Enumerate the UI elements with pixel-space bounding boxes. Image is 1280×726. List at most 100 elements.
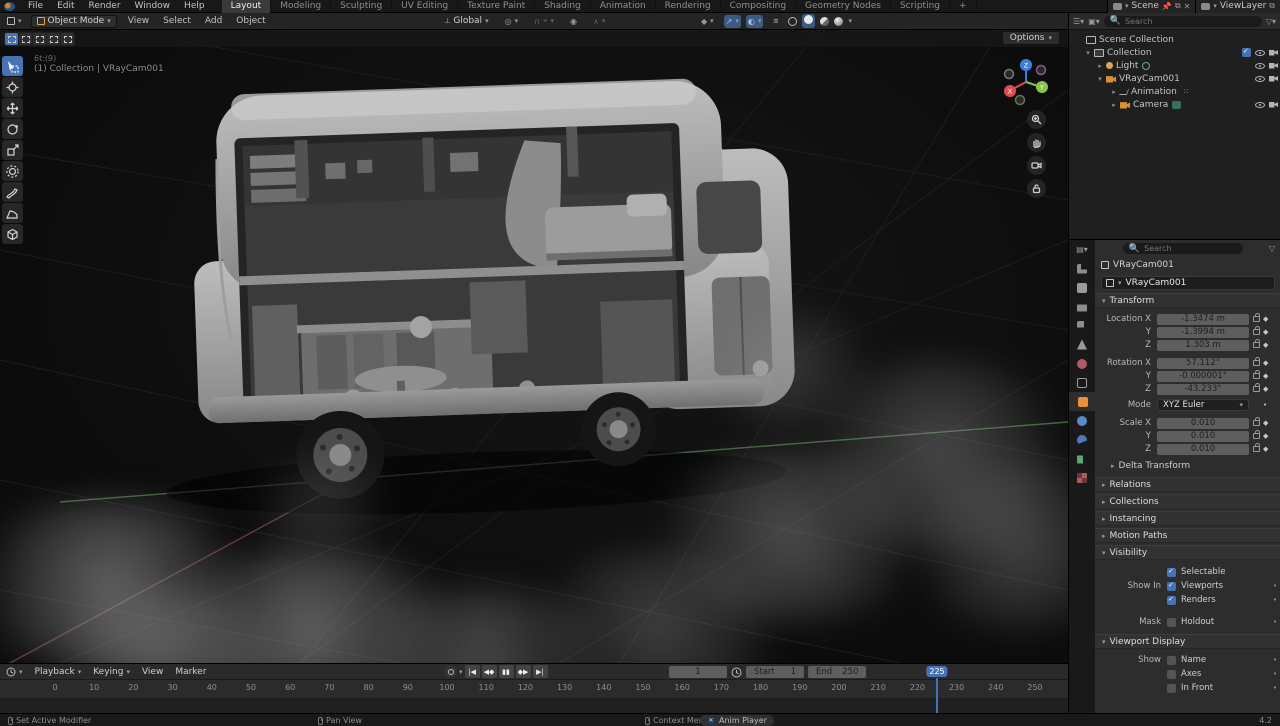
tab-view-layer[interactable] <box>1069 316 1095 335</box>
value-field[interactable]: 1.303 m <box>1157 340 1249 351</box>
proportional-edit-button[interactable]: ◉ <box>565 15 582 28</box>
add-primitive-tool[interactable] <box>2 224 23 244</box>
keyframe-diamond-icon[interactable]: ◆ <box>1263 432 1268 440</box>
value-field[interactable]: -43.233° <box>1157 384 1249 395</box>
hide-viewport-icon[interactable] <box>1255 63 1265 69</box>
close-icon[interactable]: ✕ <box>1184 2 1191 11</box>
collapsed-panel-header[interactable]: ▸ Relations <box>1095 477 1280 492</box>
animate-dot-icon[interactable]: • <box>1273 670 1277 678</box>
workspace-tab[interactable]: Texture Paint <box>458 0 535 13</box>
lock-icon[interactable] <box>1253 316 1260 322</box>
mode-selector[interactable]: Object Mode ▾ <box>31 15 117 28</box>
select-mode-new-button[interactable] <box>5 33 18 45</box>
workspace-tab[interactable]: Layout <box>222 0 272 13</box>
collapsed-panel-header[interactable]: ▸ Motion Paths <box>1095 528 1280 543</box>
tab-texture[interactable] <box>1069 468 1095 487</box>
tab-object[interactable] <box>1069 392 1095 411</box>
tab-constraints[interactable] <box>1069 411 1095 430</box>
viewlayer-selector[interactable]: ▾ ViewLayer ⧉ <box>1195 0 1280 13</box>
select-mode-invert-button[interactable] <box>47 33 60 45</box>
select-mode-extend-button[interactable] <box>19 33 32 45</box>
lock-icon[interactable] <box>1253 446 1260 452</box>
disable-render-icon[interactable] <box>1269 50 1278 56</box>
move-tool[interactable] <box>2 98 23 118</box>
menu-item[interactable]: Render <box>82 0 128 13</box>
outliner-row-light[interactable]: ▸ Light <box>1069 59 1280 72</box>
filter-icon[interactable]: ▽ <box>1269 244 1275 253</box>
outliner-filter-mode-button[interactable]: ▣▾ <box>1088 17 1100 26</box>
annotation-eyedropper-button[interactable]: ◆▾ <box>696 15 719 28</box>
new-scene-icon[interactable]: ⧉ <box>1175 1 1181 11</box>
expand-icon[interactable]: ▸ <box>1095 62 1105 70</box>
lock-icon[interactable] <box>1253 420 1260 426</box>
holdout-checkbox[interactable] <box>1167 618 1176 627</box>
zoom-button[interactable] <box>1027 110 1046 129</box>
keyframe-diamond-icon[interactable]: ◆ <box>1263 372 1268 380</box>
bus-model[interactable] <box>153 75 799 523</box>
value-field[interactable]: -1.3994 m <box>1157 327 1249 338</box>
rotate-tool[interactable] <box>2 119 23 139</box>
pause-button[interactable]: ▮▮ <box>499 665 514 678</box>
rotation-mode-dropdown[interactable]: XYZ Euler ▾ <box>1157 399 1249 411</box>
disable-render-icon[interactable] <box>1269 76 1278 82</box>
shading-dropdown-icon[interactable]: ▾ <box>848 17 852 25</box>
scale-tool[interactable] <box>2 140 23 160</box>
viewport-menu-item[interactable]: Add <box>198 15 229 28</box>
lock-icon[interactable] <box>1253 433 1260 439</box>
falloff-curve-button[interactable]: ∧▾ <box>588 15 610 28</box>
value-field[interactable]: -0.000001° <box>1157 371 1249 382</box>
animate-dot-icon[interactable]: • <box>1273 582 1277 590</box>
keyframe-diamond-icon[interactable]: ◆ <box>1263 385 1268 393</box>
pan-hand-button[interactable] <box>1027 133 1046 152</box>
playhead-frame-badge[interactable]: 225 <box>926 666 947 677</box>
shading-wireframe-button[interactable] <box>788 17 797 26</box>
visibility-panel-header[interactable]: ▾ Visibility <box>1095 545 1280 560</box>
overlays-toggle-button[interactable]: ◐▾ <box>746 15 764 28</box>
value-field[interactable]: -1.3474 m <box>1157 314 1249 325</box>
workspace-tab[interactable]: Geometry Nodes <box>796 0 891 13</box>
delta-transform-subpanel[interactable]: ▸ Delta Transform <box>1095 457 1280 475</box>
value-field[interactable]: 0.010 <box>1157 431 1249 442</box>
snap-magnet-button[interactable]: ∩⌖▾ <box>529 15 559 28</box>
hide-viewport-icon[interactable] <box>1255 102 1265 108</box>
tab-collection[interactable] <box>1069 373 1095 392</box>
value-field[interactable]: 0.010 <box>1157 444 1249 455</box>
menu-item[interactable]: Window <box>128 0 178 13</box>
menu-item[interactable]: File <box>21 0 50 13</box>
timeline-ruler[interactable]: 0102030405060708090100110120130140150160… <box>0 680 1068 699</box>
workspace-tab[interactable]: Modeling <box>271 0 331 13</box>
outliner-row-vraycam[interactable]: ▾ VRayCam001 <box>1069 72 1280 85</box>
timeline-editor-type-button[interactable]: ▾ <box>0 667 29 677</box>
jump-to-start-button[interactable]: |◀ <box>465 665 480 678</box>
prev-keyframe-button[interactable]: ◀◆ <box>482 665 497 678</box>
new-viewlayer-icon[interactable]: ⧉ <box>1269 1 1275 11</box>
lock-icon[interactable] <box>1253 373 1260 379</box>
outliner-row-camera-data[interactable]: ▸ Camera <box>1069 98 1280 111</box>
hide-viewport-icon[interactable] <box>1255 76 1265 82</box>
xray-toggle-button[interactable]: ⧈ <box>768 15 783 28</box>
preview-range-clock-icon[interactable] <box>731 667 742 678</box>
keying-dropdown-icon[interactable]: ▾ <box>459 668 463 676</box>
workspace-tab[interactable]: + <box>950 0 977 13</box>
outliner-search-input[interactable] <box>1125 17 1256 26</box>
shading-rendered-button[interactable] <box>834 17 843 26</box>
menu-item[interactable]: Edit <box>50 0 81 13</box>
current-frame-field[interactable]: 1 <box>669 666 727 678</box>
properties-editor-type-button[interactable]: ▤▾ <box>1069 240 1095 259</box>
orientation-selector[interactable]: ⟂ Global ▾ <box>440 15 494 28</box>
animate-dot-icon[interactable]: • <box>1273 618 1277 626</box>
properties-search-input[interactable] <box>1144 244 1237 253</box>
gizmo-toggle-button[interactable]: ↗▾ <box>724 15 741 28</box>
tab-render[interactable] <box>1069 278 1095 297</box>
animate-dot-icon[interactable]: • <box>1273 656 1277 664</box>
editor-type-button[interactable]: ▾ <box>2 15 27 28</box>
object-name-field[interactable]: ▾ VRayCam001 <box>1101 276 1275 290</box>
expand-icon[interactable]: ▸ <box>1109 101 1119 109</box>
viewport-display-panel-header[interactable]: ▾ Viewport Display <box>1095 634 1280 649</box>
jump-to-end-button[interactable]: ▶| <box>533 665 548 678</box>
select-mode-subtract-button[interactable] <box>33 33 46 45</box>
tab-tool[interactable] <box>1069 259 1095 278</box>
transform-tool[interactable] <box>2 161 23 181</box>
filter-icon[interactable]: ▽▾ <box>1266 17 1276 26</box>
lock-view-button[interactable] <box>1027 179 1046 198</box>
